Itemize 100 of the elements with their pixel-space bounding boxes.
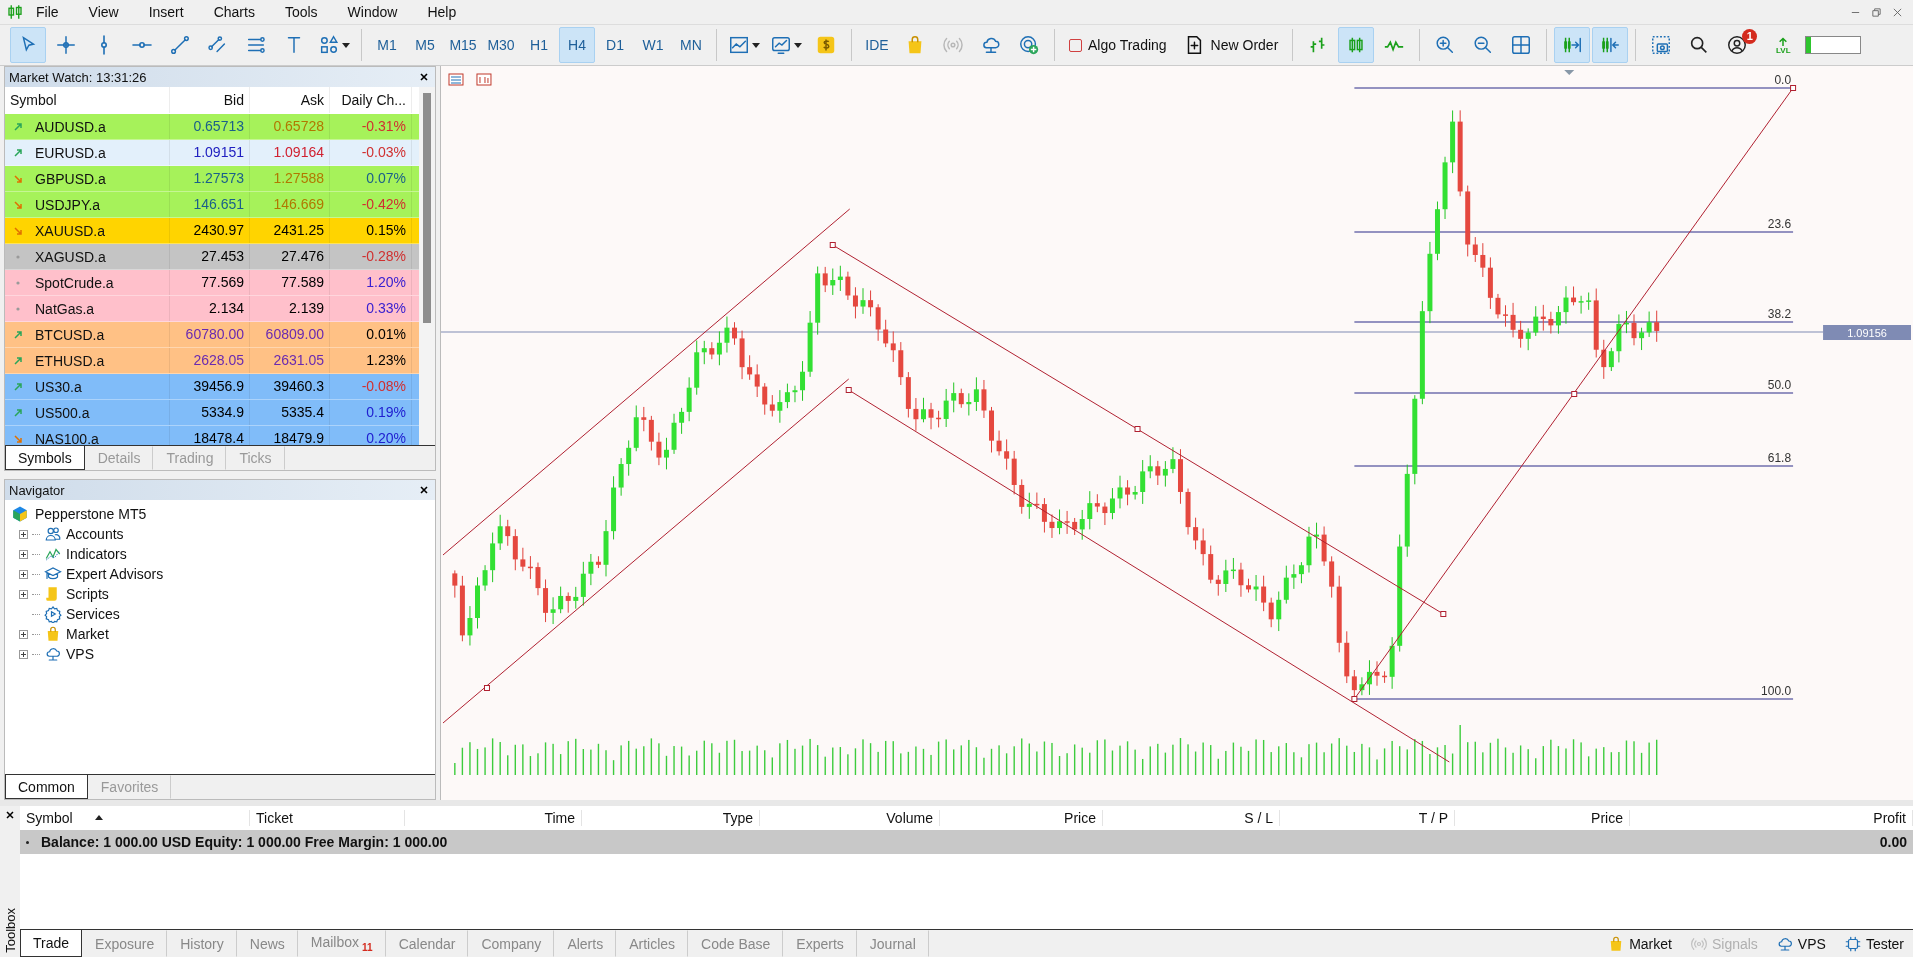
bid-price: 27.453 [201, 249, 244, 264]
tree-item[interactable]: Pepperstone MT5 [35, 506, 147, 522]
symbol-row[interactable]: US30.a 39456.9 39460.3 -0.08% [5, 374, 419, 400]
symbol-row[interactable]: USDJPY.a 146.651 146.669 -0.42% [5, 192, 419, 218]
fibonacci-level-label: 0.0 [1774, 73, 1792, 87]
status-link[interactable]: Market [1598, 930, 1681, 957]
timeframe-button[interactable]: H4 [559, 27, 595, 63]
symbol-name: SpotCrude.a [35, 274, 114, 291]
symbol-row[interactable]: BTCUSD.a 60780.00 60809.00 0.01% [5, 322, 419, 348]
column-header[interactable]: Time [405, 810, 582, 826]
symbol-row[interactable]: SpotCrude.a 77.569 77.589 1.20% [5, 270, 419, 296]
column-header[interactable]: Price [940, 810, 1103, 826]
symbol-row[interactable]: AUDUSD.a 0.65713 0.65728 -0.31% [5, 114, 419, 140]
ask-price: 39460.3 [273, 379, 324, 394]
column-header[interactable]: Profit [1630, 810, 1913, 826]
symbol-row[interactable]: ETHUSD.a 2628.05 2631.05 1.23% [5, 348, 419, 374]
timeframe-button[interactable]: MN [673, 27, 709, 63]
menu-item[interactable]: Charts [213, 4, 255, 20]
column-header[interactable]: Symbol [5, 87, 170, 113]
column-header[interactable]: Price [1455, 810, 1630, 826]
symbol-row[interactable]: EURUSD.a 1.09151 1.09164 -0.03% [5, 140, 419, 166]
symbol-name: EURUSD.a [35, 144, 106, 161]
symbol-row[interactable]: NAS100.a 18478.4 18479.9 0.20% [5, 426, 419, 445]
panel-title: Market Watch: 13:31:26 [9, 69, 147, 85]
column-header[interactable]: Symbol [20, 810, 250, 826]
column-header[interactable]: Volume [760, 810, 940, 826]
column-header[interactable]: Bid [170, 87, 250, 113]
tree-item[interactable]: Indicators [66, 546, 127, 562]
ask-price: 146.669 [273, 197, 324, 212]
status-link[interactable]: VPS [1766, 930, 1835, 957]
daily-change: -0.42% [361, 197, 406, 212]
status-link[interactable]: Tester [1834, 930, 1913, 957]
ide-button[interactable]: IDE [859, 27, 895, 63]
timeframe-button[interactable]: D1 [597, 27, 633, 63]
symbol-name: NatGas.a [35, 300, 95, 317]
menu-item[interactable]: File [36, 4, 59, 20]
daily-change: -0.03% [361, 145, 406, 160]
daily-change: -0.28% [361, 249, 406, 264]
menu-item[interactable]: Tools [284, 4, 318, 20]
timeframe-button[interactable]: M30 [483, 27, 519, 63]
panel-tab[interactable]: Common [5, 775, 88, 799]
panel-tab[interactable]: Symbols [5, 446, 85, 470]
symbol-name: USDJPY.a [35, 196, 101, 213]
tree-item[interactable]: Market [66, 626, 109, 642]
ask-price: 77.589 [281, 275, 324, 290]
price-label: 1.09156 [1823, 325, 1911, 340]
column-header[interactable]: S / L [1103, 810, 1280, 826]
ask-price: 18479.9 [273, 431, 324, 445]
column-header[interactable]: Daily Ch... [330, 87, 412, 113]
ask-price: 27.476 [281, 249, 324, 264]
symbol-row[interactable]: XAGUSD.a 27.453 27.476 -0.28% [5, 244, 419, 270]
tree-item[interactable]: Accounts [66, 526, 124, 542]
menu-item[interactable]: View [88, 4, 119, 20]
bid-price: 18478.4 [193, 431, 244, 445]
daily-change: 0.15% [366, 223, 406, 238]
ask-price: 60809.00 [265, 327, 324, 342]
fibonacci-level-label: 23.6 [1767, 217, 1792, 231]
symbol-row[interactable]: GBPUSD.a 1.27573 1.27588 0.07% [5, 166, 419, 192]
symbol-row[interactable]: US500.a 5334.9 5335.4 0.19% [5, 400, 419, 426]
timeframe-button[interactable]: H1 [521, 27, 557, 63]
column-header[interactable]: Ask [250, 87, 330, 113]
timeframe-button[interactable]: M5 [407, 27, 443, 63]
tree-item[interactable]: Expert Advisors [66, 566, 164, 582]
daily-change: 0.07% [366, 171, 406, 186]
timeframe-button[interactable]: M15 [445, 27, 481, 63]
toolbox-tab[interactable]: Mailbox $_{11}$ [297, 930, 386, 957]
menu-item[interactable]: Insert [148, 4, 184, 20]
ask-price: 5335.4 [281, 405, 324, 420]
daily-change: 0.20% [366, 431, 406, 445]
column-header[interactable]: Type [582, 810, 760, 826]
bid-price: 5334.9 [201, 405, 244, 420]
timeframe-button[interactable]: W1 [635, 27, 671, 63]
account-button[interactable]: 1 [1719, 27, 1756, 63]
menu-item[interactable]: Help [427, 4, 457, 20]
toolbox-tab[interactable]: Trade [20, 930, 83, 957]
column-header[interactable]: T / P [1280, 810, 1455, 826]
symbol-row[interactable]: XAUUSD.a 2430.97 2431.25 0.15% [5, 218, 419, 244]
symbol-name: ETHUSD.a [35, 352, 105, 369]
bid-price: 60780.00 [185, 327, 244, 342]
algo-trading-button[interactable]: Algo Trading [1062, 27, 1174, 63]
new-order-button[interactable]: New Order [1175, 27, 1286, 63]
bid-price: 1.27573 [193, 171, 244, 186]
symbol-name: AUDUSD.a [35, 118, 106, 135]
tree-item[interactable]: VPS [66, 646, 94, 662]
tree-item[interactable]: Scripts [66, 586, 109, 602]
symbol-name: XAUUSD.a [35, 222, 106, 239]
ask-price: 1.09164 [273, 145, 324, 160]
timeframe-button[interactable]: M1 [369, 27, 405, 63]
symbol-name: US30.a [35, 378, 82, 395]
symbol-name: XAGUSD.a [35, 248, 106, 265]
menu-item[interactable]: Window [347, 4, 398, 20]
tree-item[interactable]: Services [66, 606, 120, 622]
symbol-row[interactable]: NatGas.a 2.134 2.139 0.33% [5, 296, 419, 322]
balance-summary: Balance: 1 000.00 USD Equity: 1 000.00 Free Margin: 1 000.00 [41, 834, 448, 850]
fibonacci-level-label: 38.2 [1767, 307, 1792, 321]
column-header[interactable]: Ticket [250, 810, 405, 826]
daily-change: 0.33% [366, 301, 406, 316]
bid-price: 1.09151 [193, 145, 244, 160]
symbol-name: US500.a [35, 404, 90, 421]
fibonacci-level-label: 100.0 [1761, 684, 1792, 698]
